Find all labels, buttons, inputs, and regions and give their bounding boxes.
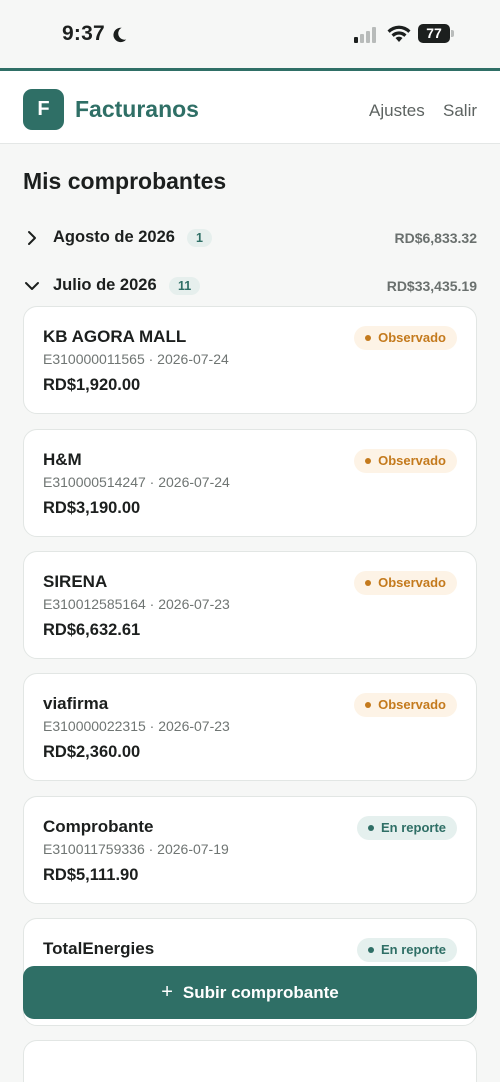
- receipt-amount: RD$5,111.90: [43, 866, 139, 884]
- receipt-meta: E310000514247 · 2026-07-24: [43, 474, 230, 490]
- receipt-name: SIRENA: [43, 572, 108, 591]
- receipt-card[interactable]: Comprobante E310011759336 · 2026-07-19 R…: [23, 796, 477, 904]
- receipt-meta: E310000022315 · 2026-07-23: [43, 718, 230, 734]
- logout-link[interactable]: Salir: [443, 101, 477, 121]
- upload-button-label: Subir comprobante: [182, 983, 339, 1002]
- plus-icon: +: [161, 981, 173, 1003]
- receipt-amount: RD$1,920.00: [43, 376, 141, 394]
- receipt-name: KB AGORA MALL: [43, 327, 187, 346]
- chevron-down-icon: [25, 282, 39, 290]
- group-row-agosto[interactable]: Agosto de 2026 1 RD$6,833.32: [23, 223, 477, 253]
- receipt-amount: RD$2,360.00: [43, 743, 141, 761]
- wifi-icon: [387, 25, 411, 42]
- receipt-card-partial[interactable]: [23, 1040, 477, 1082]
- group-count-badge: 11: [169, 277, 201, 295]
- receipt-card[interactable]: SIRENA E310012585164 · 2026-07-23 RD$6,6…: [23, 551, 477, 659]
- receipt-card[interactable]: viafirma E310000022315 · 2026-07-23 RD$2…: [23, 673, 477, 781]
- status-badge: Observado: [354, 449, 457, 473]
- receipt-card[interactable]: H&M E310000514247 · 2026-07-24 RD$3,190.…: [23, 429, 477, 537]
- upload-receipt-button[interactable]: + Subir comprobante: [23, 966, 477, 1019]
- group-label: Julio de 2026: [53, 276, 157, 294]
- battery-cap: [451, 30, 454, 37]
- status-time: 9:37: [62, 22, 105, 45]
- brand-name[interactable]: Facturanos: [75, 96, 199, 123]
- battery-level: 77: [418, 24, 450, 43]
- group-total: RD$6,833.32: [394, 230, 477, 246]
- status-bar: 9:37 77: [0, 0, 500, 68]
- page-title: Mis comprobantes: [23, 168, 227, 194]
- status-badge: Observado: [354, 326, 457, 350]
- group-label: Agosto de 2026: [53, 228, 175, 246]
- moon-icon: [113, 27, 127, 43]
- receipt-amount: RD$3,190.00: [43, 499, 141, 517]
- group-row-julio[interactable]: Julio de 2026 11 RD$33,435.19: [23, 271, 477, 301]
- receipt-card[interactable]: KB AGORA MALL E310000011565 · 2026-07-24…: [23, 306, 477, 414]
- status-badge: En reporte: [356, 938, 457, 962]
- receipt-meta: E310012585164 · 2026-07-23: [43, 596, 230, 612]
- receipt-meta: E310000011565 · 2026-07-24: [43, 351, 229, 367]
- group-total: RD$33,435.19: [386, 278, 477, 294]
- status-badge: Observado: [354, 571, 457, 595]
- battery-icon: 77: [418, 24, 454, 43]
- cellular-signal-icon: [354, 27, 376, 43]
- receipt-name: Comprobante: [43, 817, 154, 836]
- receipt-meta: E310011759336 · 2026-07-19: [43, 841, 229, 857]
- receipt-name: TotalEnergies: [43, 939, 155, 958]
- logo[interactable]: F: [23, 89, 64, 130]
- receipt-amount: RD$6,632.61: [43, 621, 141, 639]
- status-badge: En reporte: [356, 816, 457, 840]
- receipt-name: viafirma: [43, 694, 109, 713]
- settings-link[interactable]: Ajustes: [369, 101, 425, 121]
- app-header: F Facturanos Ajustes Salir: [0, 68, 500, 144]
- status-badge: Observado: [354, 693, 457, 717]
- chevron-right-icon: [28, 231, 36, 245]
- group-count-badge: 1: [187, 229, 212, 247]
- receipt-name: H&M: [43, 450, 82, 469]
